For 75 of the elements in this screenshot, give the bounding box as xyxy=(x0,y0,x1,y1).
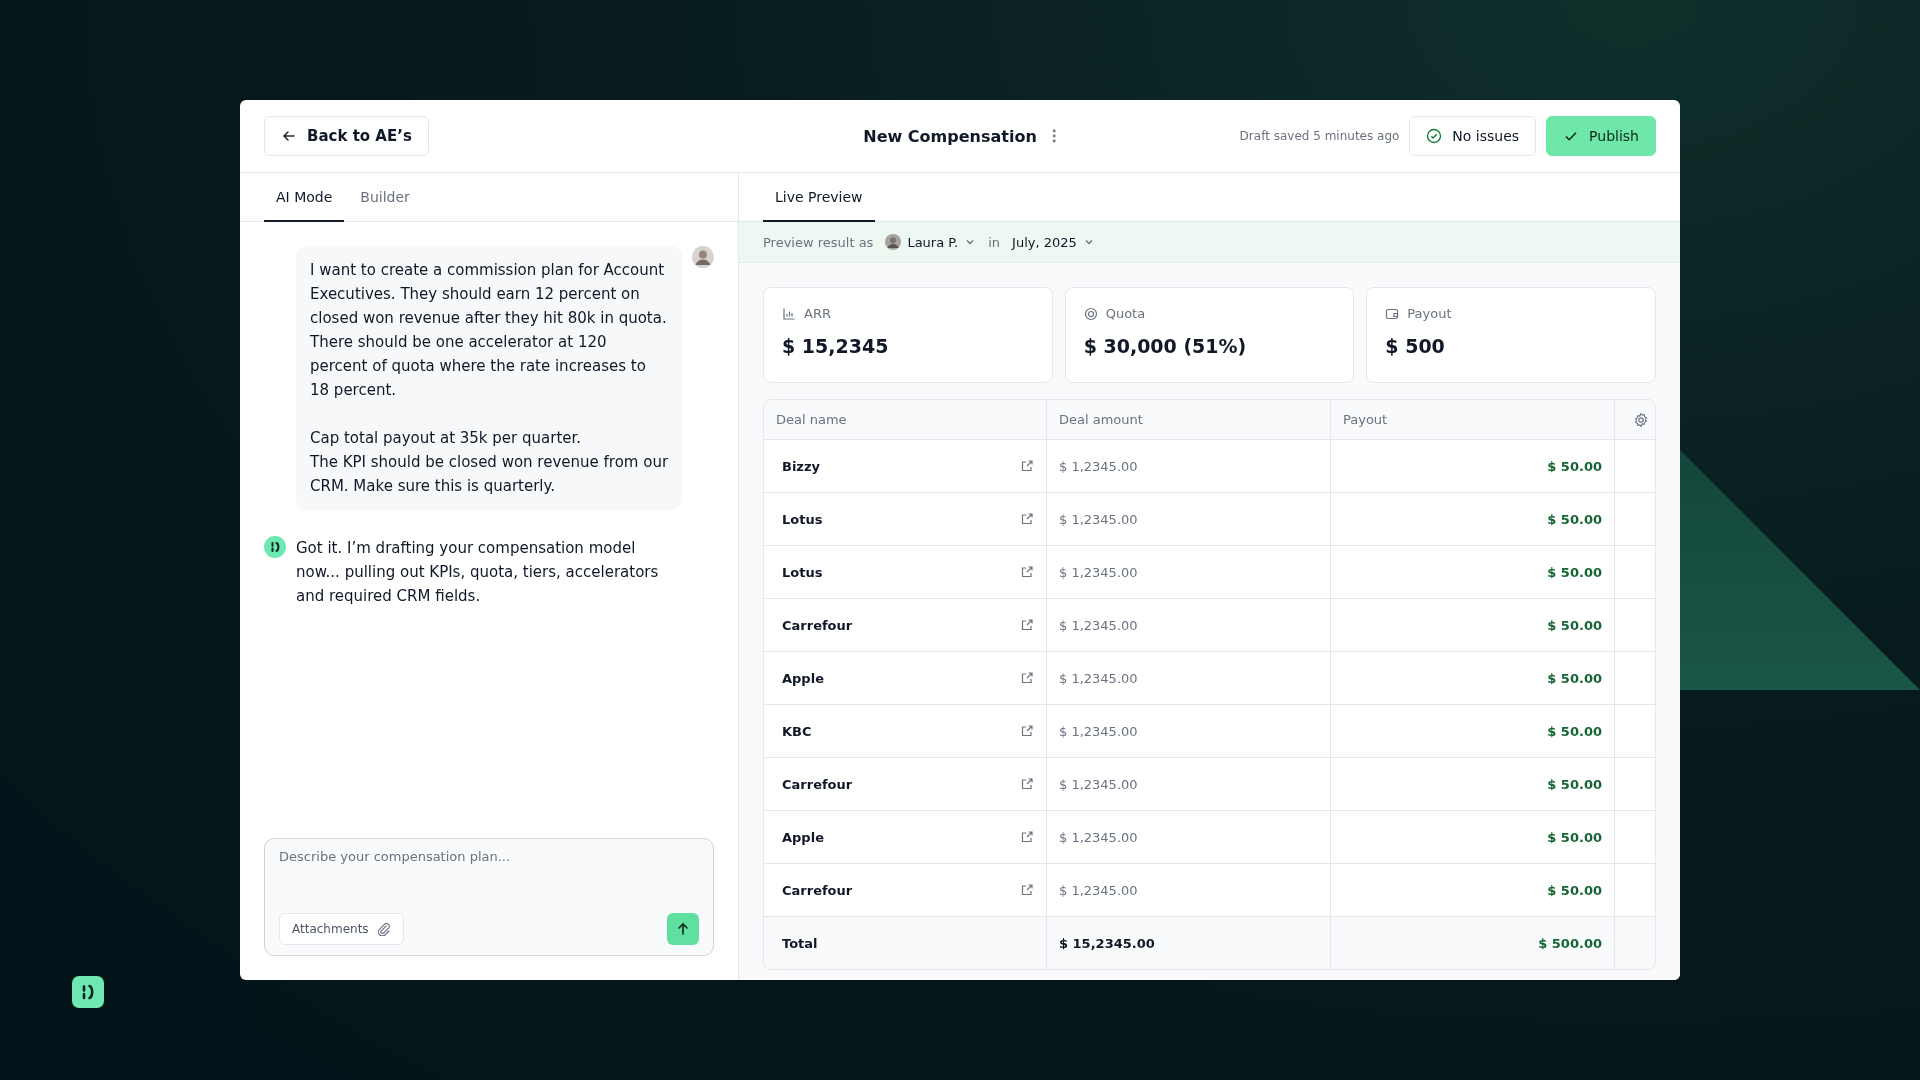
deal-name: Lotus xyxy=(782,511,823,527)
deal-amount: $ 1,2345.00 xyxy=(1047,440,1331,492)
payout-amount: $ 50.00 xyxy=(1331,440,1615,492)
back-arrow-icon xyxy=(281,128,297,144)
wallet-icon xyxy=(1385,306,1400,321)
draft-status: Draft saved 5 minutes ago xyxy=(1239,129,1400,143)
deal-name: Carrefour xyxy=(782,776,853,792)
deal-name: KBC xyxy=(782,723,812,739)
mode-tab[interactable]: Builder xyxy=(348,173,422,222)
period-select[interactable]: July, 2025 xyxy=(1008,234,1099,250)
column-header: Deal name xyxy=(764,400,1047,439)
assistant-message: Got it. I’m drafting your compensation model now... pulling out KPIs, quota, tiers, accelerators and required CRM fields. xyxy=(296,538,660,607)
app-logo-icon xyxy=(72,976,104,1008)
bar-chart-icon xyxy=(782,306,796,321)
connector-text: in xyxy=(988,234,1001,250)
deal-amount: $ 1,2345.00 xyxy=(1047,493,1331,545)
publish-button[interactable]: Publish xyxy=(1546,116,1656,156)
metric-label: ARR xyxy=(804,306,831,321)
external-link-icon[interactable] xyxy=(1020,618,1034,632)
deal-amount: $ 1,2345.00 xyxy=(1047,811,1331,863)
deal-amount: $ 1,2345.00 xyxy=(1047,758,1331,810)
payout-amount: $ 50.00 xyxy=(1331,811,1615,863)
external-link-icon[interactable] xyxy=(1020,459,1034,473)
payout-amount: $ 50.00 xyxy=(1331,652,1615,704)
payout-amount: $ 50.00 xyxy=(1331,599,1615,651)
target-icon xyxy=(1083,306,1098,321)
assistant-logo-icon xyxy=(264,536,286,558)
prompt-field[interactable]: Describe your compensation plan... Attachments xyxy=(264,838,714,956)
deal-name: Apple xyxy=(782,670,824,686)
up-arrow-icon xyxy=(676,922,690,936)
metric-value: $ 500 xyxy=(1385,335,1446,357)
avatar-icon xyxy=(885,234,902,250)
column-header: Payout xyxy=(1331,400,1615,439)
external-link-icon[interactable] xyxy=(1020,671,1034,685)
external-link-icon[interactable] xyxy=(1020,724,1034,738)
metric-value: $ 15,2345 xyxy=(782,335,890,357)
payout-amount: $ 50.00 xyxy=(1331,546,1615,598)
metric-label: Quota xyxy=(1105,306,1146,321)
external-link-icon[interactable] xyxy=(1020,883,1034,897)
payout-amount: $ 50.00 xyxy=(1331,705,1615,757)
total-label: Total xyxy=(782,935,818,951)
deal-name: Lotus xyxy=(782,564,823,580)
settings-icon[interactable] xyxy=(1633,411,1649,428)
metric-value: $ 30,000 (51%) xyxy=(1083,335,1248,357)
external-link-icon[interactable] xyxy=(1020,830,1034,844)
deal-name: Carrefour xyxy=(782,617,853,633)
external-link-icon[interactable] xyxy=(1020,565,1034,579)
back-button[interactable]: Back to AE’s xyxy=(264,116,429,156)
paperclip-icon xyxy=(376,922,391,936)
deal-amount: $ 1,2345.00 xyxy=(1047,652,1331,704)
payout-amount: $ 50.00 xyxy=(1331,493,1615,545)
preview-label: Preview result as xyxy=(763,234,874,250)
check-circle-icon xyxy=(1426,128,1443,144)
payout-amount: $ 50.00 xyxy=(1331,758,1615,810)
user-message: I want to create a commission plan for Account Executives. They should earn 12 percent on closed won revenue after they hit 80k in quota. There should be one accelerator at 120 percent of quota where the rate increases to 18 percent. Cap total payout at 35k per quarter. The KPI should be closed won revenue from our CRM. Make sure this is quarterly. xyxy=(296,246,683,510)
deal-amount: $ 1,2345.00 xyxy=(1047,705,1331,757)
deal-name: Carrefour xyxy=(782,882,853,898)
person-select[interactable]: Laura P. xyxy=(881,234,981,250)
deal-name: Bizzy xyxy=(782,458,820,474)
issues-button[interactable]: No issues xyxy=(1409,116,1537,156)
avatar-icon xyxy=(692,246,714,268)
deal-amount: $ 1,2345.00 xyxy=(1047,546,1331,598)
total-amount: $ 15,2345.00 xyxy=(1047,917,1331,969)
more-icon[interactable] xyxy=(1050,128,1057,144)
external-link-icon[interactable] xyxy=(1020,512,1034,526)
deal-name: Apple xyxy=(782,829,824,845)
mode-tab[interactable]: AI Mode xyxy=(264,173,345,222)
external-link-icon[interactable] xyxy=(1020,777,1034,791)
attachments-button[interactable]: Attachments xyxy=(279,913,404,945)
page-title: New Compensation xyxy=(863,126,1037,146)
send-button[interactable] xyxy=(667,913,699,945)
metric-label: Payout xyxy=(1407,306,1452,321)
deal-amount: $ 1,2345.00 xyxy=(1047,599,1331,651)
total-payout: $ 500.00 xyxy=(1331,917,1615,969)
column-header: Deal amount xyxy=(1047,400,1331,439)
